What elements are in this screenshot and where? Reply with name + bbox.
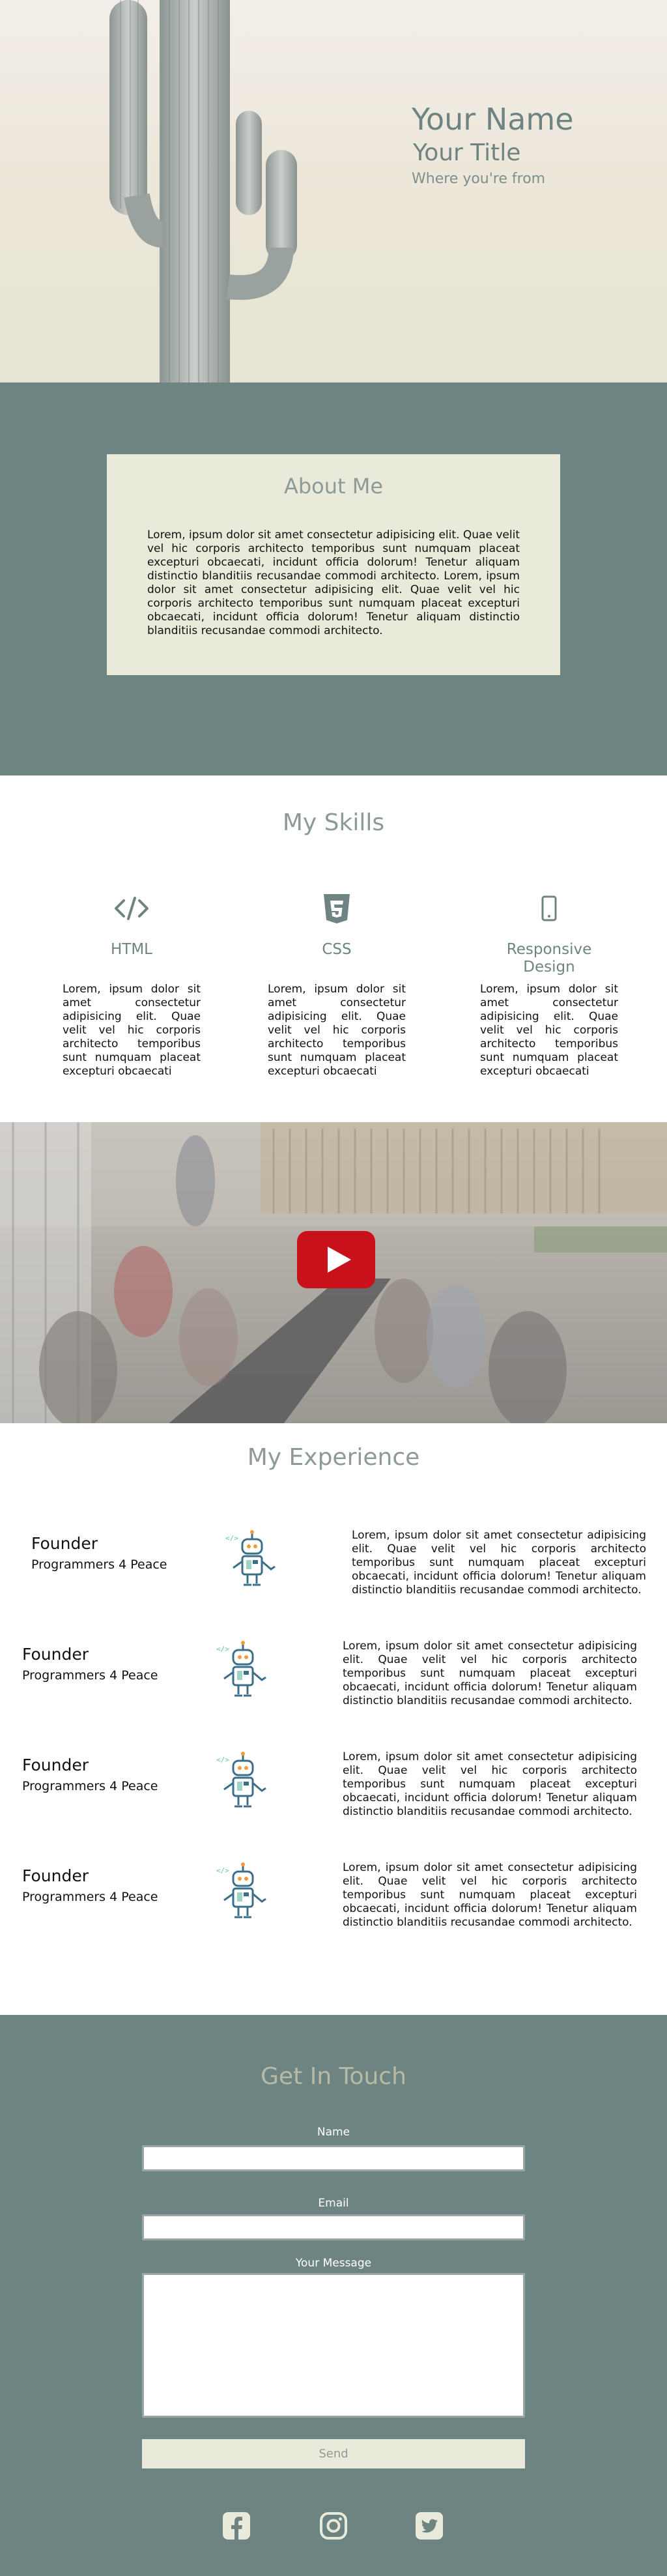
- robot-icon: </>: [216, 1752, 266, 1808]
- experience-text: Lorem, ipsum dolor sit amet consectetur …: [352, 1529, 646, 1597]
- contact-heading: Get In Touch: [261, 2063, 406, 2090]
- skill-text: Lorem, ipsum dolor sit amet consectetur …: [63, 983, 201, 1078]
- experience-text: Lorem, ipsum dolor sit amet consectetur …: [343, 1640, 637, 1707]
- email-field[interactable]: [142, 2214, 525, 2240]
- robot-icon: </>: [216, 1641, 266, 1697]
- cactus-image: [109, 0, 297, 383]
- email-label: Email: [318, 2197, 349, 2210]
- about-card: About Me Lorem, ipsum dolor sit amet con…: [107, 454, 560, 675]
- experience-org: Programmers 4 Peace: [22, 1779, 158, 1793]
- hero-text: Your Name Your Title Where you're from: [412, 103, 574, 188]
- name-field[interactable]: [142, 2145, 525, 2171]
- experience-item: Founder Programmers 4 Peace </> Lorem, i…: [0, 1640, 667, 1736]
- skill-name: CSS: [322, 941, 352, 958]
- hero-title: Your Title: [413, 139, 521, 166]
- skill-css: CSS Lorem, ipsum dolor sit amet consecte…: [268, 891, 406, 1078]
- code-icon: [63, 891, 201, 925]
- send-button[interactable]: Send: [142, 2439, 525, 2468]
- robot-icon: </>: [216, 1862, 266, 1918]
- about-section: About Me Lorem, ipsum dolor sit amet con…: [0, 383, 667, 775]
- css3-icon: [268, 891, 406, 925]
- skill-name: HTML: [110, 941, 152, 958]
- hero-section: Your Name Your Title Where you're from: [0, 0, 667, 383]
- experience-org: Programmers 4 Peace: [22, 1668, 158, 1683]
- experience-section: My Experience Founder Programmers 4 Peac…: [0, 1423, 667, 2015]
- experience-role: Founder: [22, 1645, 89, 1664]
- experience-item: Founder Programmers 4 Peace </> Lorem, i…: [0, 1750, 667, 1847]
- play-button[interactable]: [297, 1231, 375, 1288]
- skill-responsive: Responsive Design Lorem, ipsum dolor sit…: [480, 891, 618, 1078]
- skill-text: Lorem, ipsum dolor sit amet consectetur …: [268, 983, 406, 1078]
- about-heading: About Me: [283, 474, 384, 499]
- skill-text: Lorem, ipsum dolor sit amet consectetur …: [480, 983, 618, 1078]
- skill-name: Responsive Design: [506, 941, 592, 976]
- svg-text:</>: </>: [216, 1645, 229, 1653]
- name-label: Name: [317, 2126, 350, 2139]
- hero-name: Your Name: [412, 102, 574, 137]
- hero-location: Where you're from: [412, 170, 546, 187]
- twitter-icon[interactable]: [414, 2511, 444, 2541]
- mobile-icon: [480, 891, 618, 925]
- robot-icon: </>: [225, 1530, 276, 1586]
- experience-item: Founder Programmers 4 Peace </> Lorem, i…: [0, 1861, 667, 1958]
- skills-heading: My Skills: [282, 809, 385, 836]
- facebook-icon[interactable]: [221, 2511, 251, 2541]
- svg-text:</>: </>: [216, 1756, 229, 1764]
- skills-section: My Skills HTML Lorem, ipsum dolor sit am…: [0, 775, 667, 1122]
- contact-section: Get In Touch Name Email Your Message Sen…: [0, 2015, 667, 2576]
- experience-role: Founder: [31, 1534, 98, 1553]
- svg-text:</>: </>: [216, 1866, 229, 1875]
- experience-text: Lorem, ipsum dolor sit amet consectetur …: [343, 1750, 637, 1818]
- skill-html: HTML Lorem, ipsum dolor sit amet consect…: [63, 891, 201, 1078]
- video-section[interactable]: [0, 1122, 667, 1423]
- message-label: Your Message: [295, 2257, 372, 2270]
- experience-text: Lorem, ipsum dolor sit amet consectetur …: [343, 1861, 637, 1929]
- experience-role: Founder: [22, 1756, 89, 1774]
- instagram-icon[interactable]: [319, 2511, 348, 2541]
- experience-org: Programmers 4 Peace: [31, 1557, 167, 1572]
- experience-role: Founder: [22, 1866, 89, 1885]
- about-text: Lorem, ipsum dolor sit amet consectetur …: [147, 528, 520, 637]
- experience-heading: My Experience: [247, 1444, 420, 1471]
- experience-org: Programmers 4 Peace: [22, 1890, 158, 1904]
- message-field[interactable]: [142, 2273, 525, 2418]
- svg-text:</>: </>: [225, 1534, 238, 1542]
- experience-item: Founder Programmers 4 Peace </> Lorem, i…: [0, 1529, 667, 1625]
